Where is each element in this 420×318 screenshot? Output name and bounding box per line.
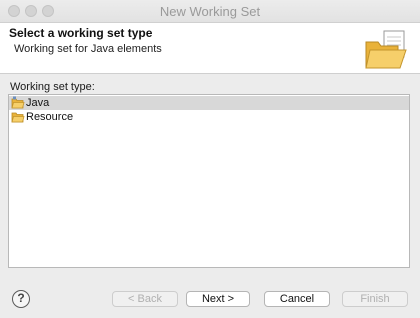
dialog-window: New Working Set Select a working set typ… <box>0 0 420 318</box>
list-item-resource[interactable]: Resource <box>9 110 409 124</box>
next-button[interactable]: Next > <box>186 291 250 307</box>
finish-button[interactable]: Finish <box>342 291 408 307</box>
window-title: New Working Set <box>159 4 261 19</box>
banner-heading: Select a working set type <box>9 26 153 40</box>
button-bar: ? < Back Next > Cancel Finish <box>0 276 420 318</box>
list-item-java[interactable]: Java <box>9 96 409 110</box>
working-set-type-list[interactable]: Java Resource <box>8 94 410 268</box>
working-set-type-label: Working set type: <box>10 81 95 93</box>
title-bar: New Working Set <box>0 0 420 23</box>
wizard-banner: Select a working set type Working set fo… <box>0 23 420 74</box>
open-folder-document-icon <box>365 30 407 69</box>
help-button[interactable]: ? <box>12 290 30 308</box>
cancel-button[interactable]: Cancel <box>264 291 330 307</box>
banner-description: Working set for Java elements <box>14 43 162 55</box>
list-item-label: Resource <box>26 111 74 123</box>
folder-icon <box>11 112 25 123</box>
list-item-label: Java <box>26 97 50 109</box>
java-folder-icon <box>11 96 25 109</box>
back-button[interactable]: < Back <box>112 291 178 307</box>
